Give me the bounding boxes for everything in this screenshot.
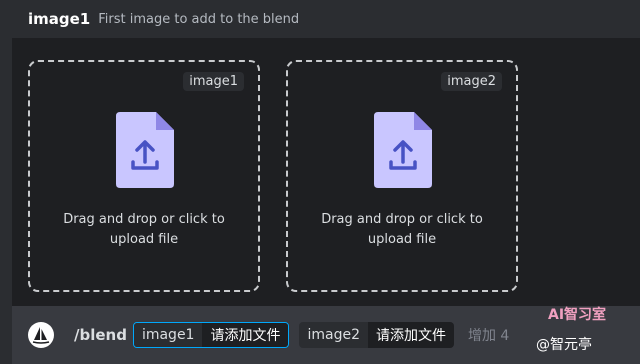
option-header: image1 First image to add to the blend [0,0,640,38]
dropzone-tag: image1 [183,72,244,91]
command-name: /blend [74,326,127,344]
command-bar: /blend image1 请添加文件 image2 请添加文件 增加 4 [12,306,640,364]
dropzone-tag: image2 [441,72,502,91]
chip-name: image2 [299,322,368,348]
chip-value: 请添加文件 [367,322,454,348]
option-description: First image to add to the blend [98,11,300,27]
upload-file-icon [374,112,432,188]
upload-panel: image1 Drag and drop or click to upload … [12,38,640,306]
chip-value: 请添加文件 [202,323,289,347]
dropzone-label: Drag and drop or click to upload file [63,212,225,247]
more-options-button[interactable]: 增加 4 [468,325,509,345]
dropzone-label: Drag and drop or click to upload file [321,212,483,247]
option-chip-image1[interactable]: image1 请添加文件 [132,322,290,348]
upload-file-icon [116,112,174,188]
option-chip-image2[interactable]: image2 请添加文件 [299,322,454,348]
chip-name: image1 [133,323,203,347]
sailboat-logo-icon [28,322,54,348]
dropzone-image2[interactable]: image2 Drag and drop or click to upload … [286,60,518,292]
dropzone-image1[interactable]: image1 Drag and drop or click to upload … [28,60,260,292]
option-name: image1 [28,10,91,28]
